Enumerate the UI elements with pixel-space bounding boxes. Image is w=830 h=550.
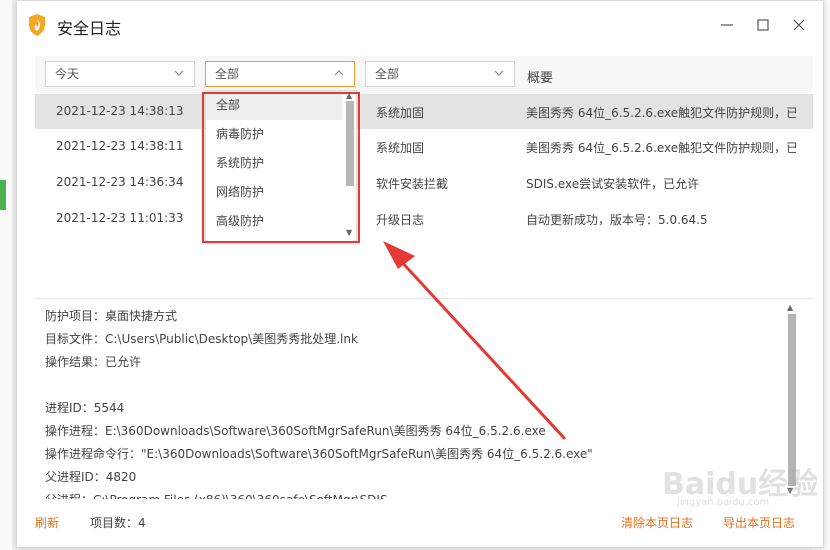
security-log-window: 安全日志 今天 全部 全部 概要 2021-12-23 14:38:13 系统加…: [16, 0, 824, 548]
background-left-strip: [0, 0, 12, 550]
background-green-marker: [0, 180, 6, 210]
annotation-arrow: [383, 241, 567, 441]
